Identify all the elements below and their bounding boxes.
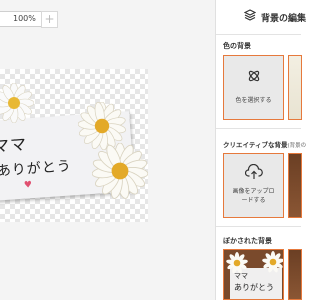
daisy-flower (262, 251, 283, 273)
blur-thumbnail-2[interactable] (288, 249, 302, 300)
blurred-background-card[interactable]: ママ ありがとう (223, 249, 284, 300)
section-label-creative: クリエイティブな背景(背景の (223, 141, 307, 149)
section-label-blur: ぼかされた背景 (223, 237, 272, 245)
blur-note-line-2: ありがとう (234, 283, 274, 292)
image-canvas[interactable]: ママ ありがとう ♥ (0, 69, 148, 222)
heart-icon: ♥ (23, 180, 33, 191)
palette-icon (248, 70, 259, 82)
zoom-in-button[interactable]: + (41, 11, 58, 28)
select-color-card[interactable]: 色を選択する (223, 55, 284, 120)
upload-image-label: 画像をアップロ ードする (232, 188, 275, 204)
divider (216, 34, 301, 35)
panel-header: 背景の編集 (216, 0, 306, 30)
background-edit-panel: 背景の編集 色の背景 色を選択する クリエイティブな背景(背景の 画像をアップロ… (215, 0, 306, 300)
upload-image-card[interactable]: 画像をアップロ ードする (223, 153, 284, 218)
daisy-flower (226, 252, 248, 274)
color-thumbnail[interactable] (288, 55, 302, 120)
select-color-label: 色を選択する (235, 97, 272, 104)
daisy-flower (0, 83, 34, 123)
note-line-1: ママ (0, 134, 28, 156)
creative-thumbnail[interactable] (288, 153, 302, 218)
daisy-flower (92, 143, 148, 199)
layers-icon (244, 9, 256, 21)
panel-title: 背景の編集 (261, 14, 307, 24)
note-line-2: ありがとう (0, 158, 73, 180)
editor-area: 100% + ママ ありがとう ♥ (0, 0, 215, 300)
upload-cloud-icon (244, 164, 263, 179)
section-label-color: 色の背景 (223, 42, 251, 50)
divider (216, 226, 301, 227)
divider (216, 128, 301, 129)
editor-workspace (0, 222, 215, 300)
